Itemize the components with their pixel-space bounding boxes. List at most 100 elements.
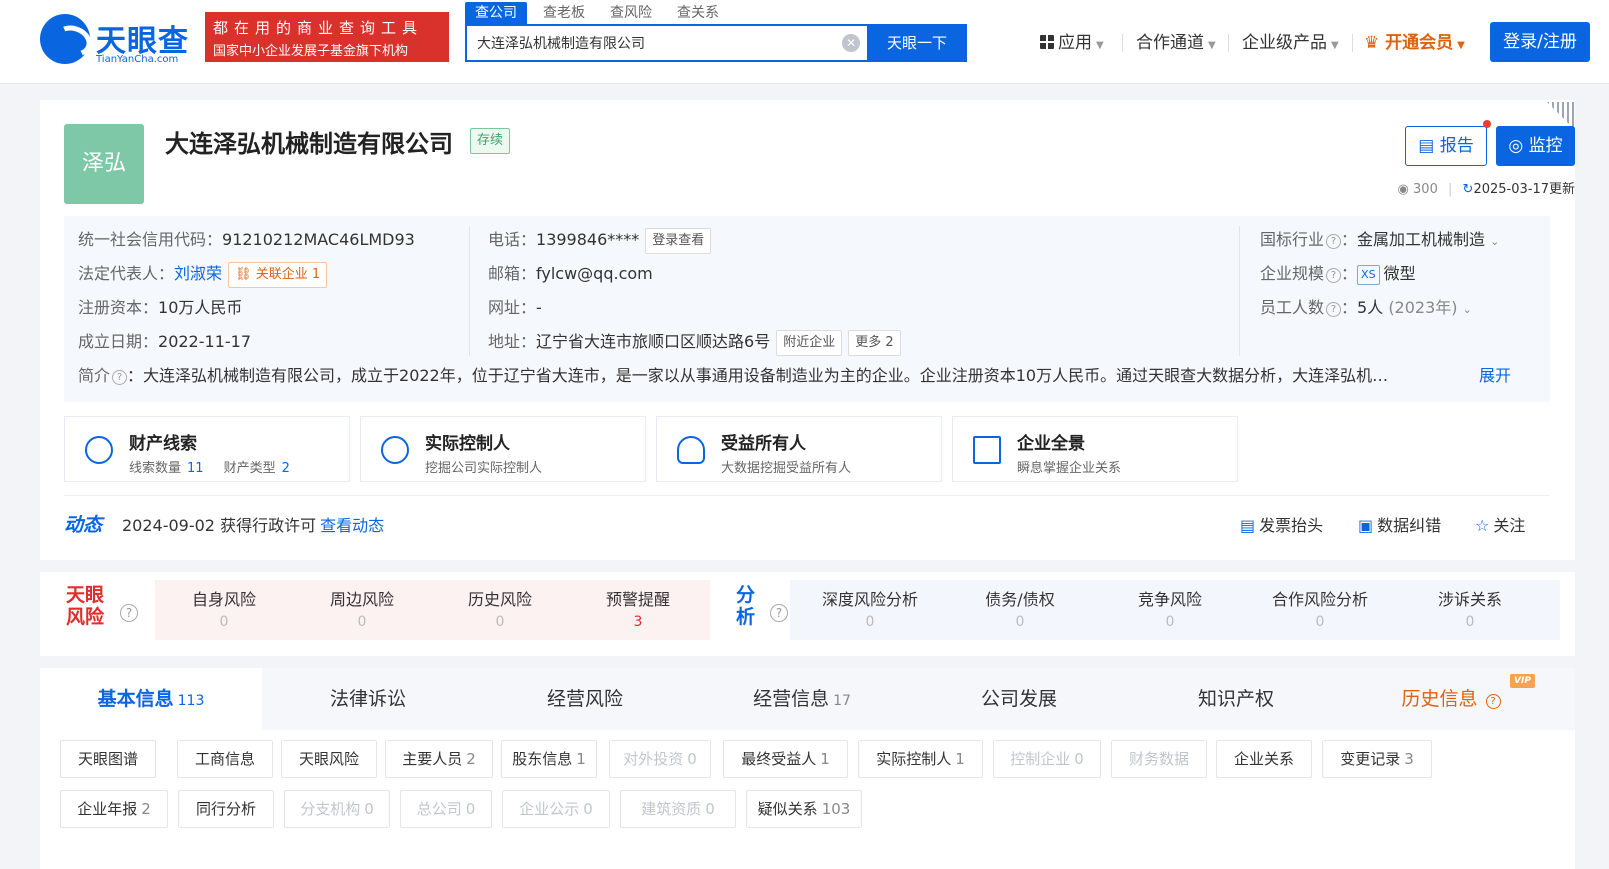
nav-vip[interactable]: ♛ 开通会员 ▼ [1364, 30, 1465, 56]
dynamics-label: 动态 [64, 514, 103, 536]
legal-rep-link[interactable]: 刘淑荣 [174, 264, 222, 283]
sub-tag-item[interactable]: 分支机构 0 [284, 790, 390, 828]
clear-icon[interactable]: ✕ [842, 34, 860, 52]
report-button-label: 报告 [1439, 136, 1474, 156]
sub-tag-label: 天眼图谱 [77, 750, 138, 768]
analysis-litigation[interactable]: 涉诉关系 0 [1395, 586, 1545, 630]
more-address-button[interactable]: 更多 2 [848, 330, 901, 356]
capital-row: 注册资本：10万人民币 [78, 296, 242, 320]
sub-tag-item[interactable]: 企业公示 0 [502, 790, 610, 828]
nearby-company-button[interactable]: 附近企业 [776, 330, 843, 356]
sub-tag-item[interactable]: 疑似关系 103 [746, 790, 862, 828]
risk-surrounding[interactable]: 周边风险 0 [293, 586, 431, 630]
report-button[interactable]: ▤ 报告 [1405, 126, 1487, 166]
login-view-button[interactable]: 登录查看 [645, 228, 712, 254]
sub-tag-item[interactable]: 对外投资 0 [609, 740, 711, 778]
nav-apps[interactable]: 应用 ▼ [1040, 30, 1104, 56]
help-icon[interactable]: ? [1326, 302, 1342, 317]
tianyan-risk-logo: 天眼 风险 [66, 584, 105, 628]
staff-row: 员工人数? ：5人 (2023年) ⌄ [1260, 298, 1472, 317]
tianyancha-logo[interactable]: 天眼查 TianYanCha.com [40, 14, 195, 66]
update-date: 2025-03-17更新 [1473, 182, 1575, 197]
sub-tag-count: 0 [364, 800, 374, 818]
staff-year: (2023年) [1388, 298, 1458, 317]
tab-operating-risk[interactable]: 经营风险 [474, 668, 696, 730]
analysis-competition[interactable]: 竞争风险 0 [1095, 586, 1245, 630]
person-icon [677, 436, 705, 464]
help-icon[interactable]: ? [770, 604, 788, 622]
data-correction-button[interactable]: ▣ 数据纠错 [1358, 512, 1441, 536]
related-company-tag[interactable]: ⛓ 关联企业 1 [228, 262, 328, 288]
risk-warning[interactable]: 预警提醒 3 [569, 586, 707, 630]
industry-row: 国标行业? ：金属加工机械制造 ⌄ [1260, 230, 1500, 249]
feature-card-controller[interactable]: 实际控制人 挖掘公司实际控制人 [360, 416, 646, 482]
company-avatar: 泽弘 [64, 124, 144, 204]
monitor-button[interactable]: ◎ 监控 [1496, 126, 1575, 166]
login-register-button[interactable]: 登录/注册 [1490, 22, 1590, 62]
sub-tag-item[interactable]: 建筑资质 0 [620, 790, 736, 828]
nav-channels[interactable]: 合作通道 ▼ [1136, 30, 1216, 56]
feature-card-beneficiary[interactable]: 受益所有人 大数据挖掘受益所有人 [656, 416, 942, 482]
search-input[interactable] [477, 26, 857, 60]
analysis-debt[interactable]: 债务/债权 0 [945, 586, 1095, 630]
feature-card-assets[interactable]: 财产线索 线索数量 11 财产类型 2 [64, 416, 350, 482]
capital-value: 10万人民币 [158, 298, 243, 317]
industry-label: 国标行业 [1260, 230, 1325, 249]
intro-label: 简介 [78, 366, 111, 385]
industry-value: 金属加工机械制造 [1357, 230, 1486, 249]
risk-self[interactable]: 自身风险 0 [155, 586, 293, 630]
address-label: 地址： [488, 332, 537, 351]
sub-tag-item[interactable]: 天眼风险 [281, 740, 377, 778]
search-tab-risk[interactable]: 查风险 [600, 2, 662, 24]
sub-tag-item[interactable]: 企业年报 2 [60, 790, 168, 828]
sub-tag-item[interactable]: 企业关系 [1216, 740, 1312, 778]
tab-litigation[interactable]: 法律诉讼 [257, 668, 479, 730]
sub-tag-item[interactable]: 主要人员 2 [385, 740, 493, 778]
nav-enterprise[interactable]: 企业级产品 ▼ [1242, 30, 1339, 56]
sub-tag-label: 天眼风险 [298, 750, 359, 768]
expand-intro-link[interactable]: 展开 [1479, 364, 1511, 388]
search-tab-company[interactable]: 查公司 [465, 2, 527, 24]
chevron-down-icon[interactable]: ⌄ [1463, 303, 1472, 316]
sub-tag-item[interactable]: 控制企业 0 [993, 740, 1101, 778]
nav-enterprise-label: 企业级产品 [1242, 33, 1327, 53]
help-icon[interactable]: ? [1326, 268, 1342, 283]
invoice-title-button[interactable]: ▤ 发票抬头 [1240, 512, 1323, 536]
analysis-deep-risk[interactable]: 深度风险分析 0 [795, 586, 945, 630]
chevron-down-icon[interactable]: ⌄ [1490, 235, 1499, 248]
founded-label: 成立日期： [78, 332, 159, 351]
feature-card-title: 企业全景 [1017, 434, 1085, 454]
search-tab-relation[interactable]: 查关系 [667, 2, 729, 24]
sub-tag-label: 分支机构 [300, 800, 361, 818]
tab-development[interactable]: 公司发展 [908, 668, 1130, 730]
credit-code-label: 统一社会信用代码： [78, 230, 223, 249]
help-icon[interactable]: ? [120, 604, 138, 622]
help-icon[interactable]: ? [1326, 234, 1342, 249]
help-icon[interactable]: ? [112, 370, 128, 385]
sub-tag-count: 1 [820, 750, 830, 768]
sub-tag-item[interactable]: 最终受益人 1 [723, 740, 848, 778]
tab-basic-info[interactable]: 基本信息 113 [40, 668, 262, 730]
dynamics-event: 2024-09-02 获得行政许可 [122, 516, 317, 535]
feature-card-sub: 瞬息掌握企业关系 [1017, 461, 1122, 476]
sub-tag-item[interactable]: 总公司 0 [400, 790, 492, 828]
tab-ip[interactable]: 知识产权 [1125, 668, 1347, 730]
analysis-cooperation[interactable]: 合作风险分析 0 [1245, 586, 1395, 630]
sub-tag-item[interactable]: 天眼图谱 [60, 740, 156, 778]
follow-button[interactable]: ☆ 关注 [1475, 512, 1525, 536]
sub-tag-item[interactable]: 同行分析 [178, 790, 274, 828]
sub-tag-item[interactable]: 股东信息 1 [501, 740, 597, 778]
search-button[interactable]: 天眼一下 [867, 24, 967, 62]
sub-tag-item[interactable]: 变更记录 3 [1322, 740, 1432, 778]
sub-tag-item[interactable]: 实际控制人 1 [858, 740, 983, 778]
view-dynamics-link[interactable]: 查看动态 [320, 516, 384, 535]
tab-operating-info[interactable]: 经营信息 17 [691, 668, 913, 730]
logo-pinyin: TianYanCha.com [96, 54, 179, 65]
search-tab-boss[interactable]: 查老板 [533, 2, 595, 24]
risk-history[interactable]: 历史风险 0 [431, 586, 569, 630]
sub-tag-item[interactable]: 工商信息 [177, 740, 273, 778]
apps-grid-icon [1040, 35, 1054, 49]
feature-card-panorama[interactable]: 企业全景 瞬息掌握企业关系 [952, 416, 1238, 482]
sub-tag-label: 企业年报 [77, 800, 138, 818]
sub-tag-item[interactable]: 财务数据 [1111, 740, 1207, 778]
